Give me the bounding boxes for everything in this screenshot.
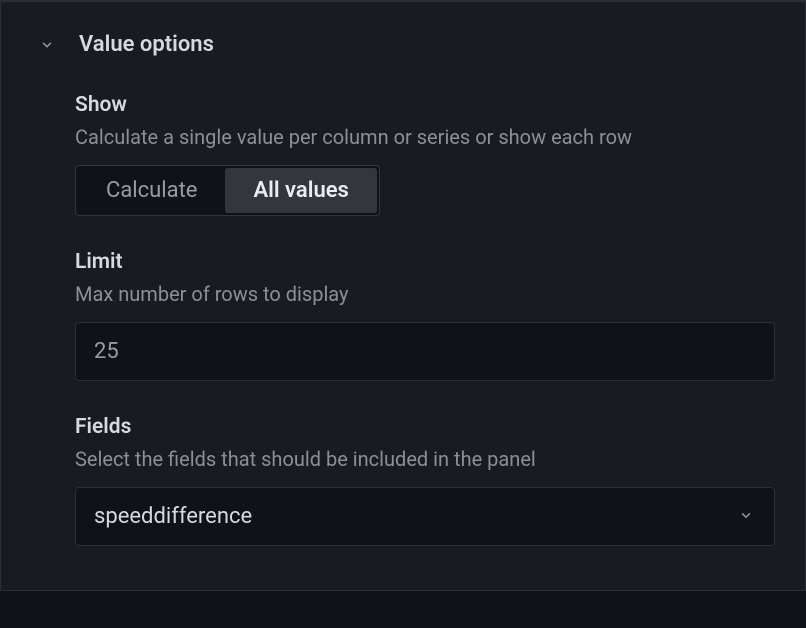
fields-select[interactable]: speeddifference bbox=[75, 487, 775, 546]
fields-label: Fields bbox=[75, 415, 775, 439]
value-options-panel: Value options Show Calculate a single va… bbox=[0, 2, 806, 591]
show-description: Calculate a single value per column or s… bbox=[75, 123, 775, 151]
section-header[interactable]: Value options bbox=[39, 32, 775, 57]
show-label: Show bbox=[75, 93, 775, 117]
show-field-group: Show Calculate a single value per column… bbox=[75, 93, 775, 216]
section-title: Value options bbox=[79, 32, 214, 57]
limit-input[interactable] bbox=[75, 322, 775, 381]
limit-description: Max number of rows to display bbox=[75, 280, 775, 308]
limit-label: Limit bbox=[75, 250, 775, 274]
all-values-option[interactable]: All values bbox=[225, 168, 376, 213]
calculate-option[interactable]: Calculate bbox=[78, 168, 225, 213]
chevron-down-icon bbox=[39, 37, 55, 53]
fields-description: Select the fields that should be include… bbox=[75, 445, 775, 473]
limit-field-group: Limit Max number of rows to display bbox=[75, 250, 775, 381]
fields-field-group: Fields Select the fields that should be … bbox=[75, 415, 775, 546]
show-radio-group: Calculate All values bbox=[75, 165, 380, 216]
fields-select-wrapper: speeddifference bbox=[75, 487, 775, 546]
